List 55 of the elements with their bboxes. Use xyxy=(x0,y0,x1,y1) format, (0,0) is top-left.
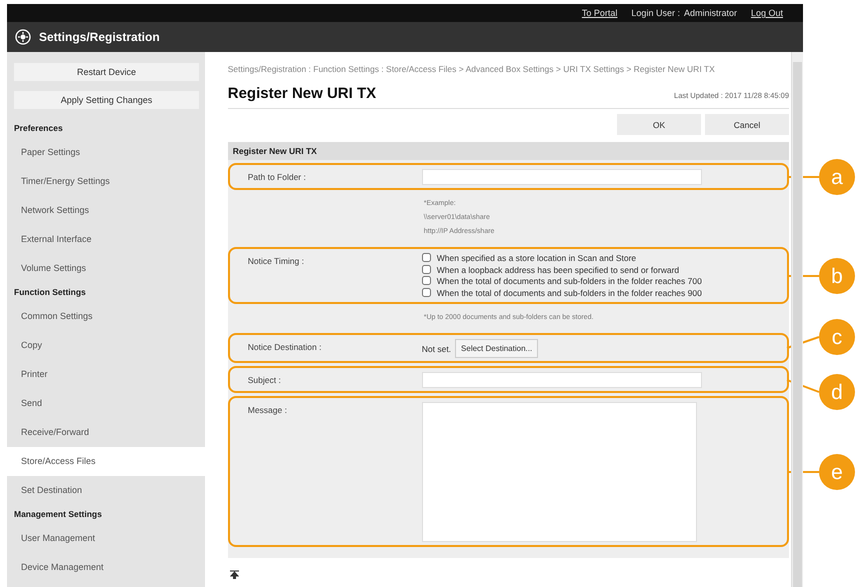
sidebar-item[interactable]: Printer xyxy=(7,360,205,389)
checkbox[interactable] xyxy=(422,264,431,274)
sidebar-item[interactable]: Common Settings xyxy=(7,302,205,331)
sidebar-item[interactable]: Device Management xyxy=(7,553,205,582)
field-label: Notice Timing : xyxy=(248,255,305,268)
section-header: Register New URI TX xyxy=(228,142,790,160)
callout-badge: a xyxy=(819,158,856,194)
checkbox[interactable] xyxy=(422,253,431,262)
sidebar-item[interactable]: Copy xyxy=(7,331,205,360)
message-field[interactable] xyxy=(422,402,697,542)
checkbox-label: When the total of documents and sub-folders in the folder reaches 900 xyxy=(436,288,702,298)
sidebar-item[interactable]: External Interface xyxy=(7,225,205,254)
page-title: Register New URI TX xyxy=(228,85,376,102)
sidebar-item[interactable]: Receive/Forward xyxy=(7,418,205,447)
logout-link[interactable]: Log Out xyxy=(750,8,783,18)
destination-value: Not set. xyxy=(422,344,452,354)
checkbox-label: When specified as a store location in Scan and Store xyxy=(436,253,636,263)
text-field[interactable] xyxy=(422,372,702,388)
text-field[interactable] xyxy=(422,169,702,185)
checkbox-label: When the total of documents and sub-folders in the folder reaches 700 xyxy=(436,276,702,286)
sidebar-item[interactable]: Network Settings xyxy=(7,196,205,225)
checkbox[interactable] xyxy=(422,276,431,285)
callout-badge: d xyxy=(819,374,856,410)
action-button[interactable]: OK xyxy=(617,114,702,135)
field-label: Message : xyxy=(248,404,288,417)
field-label: Notice Destination : xyxy=(248,341,322,354)
settings-icon xyxy=(15,29,31,45)
sidebar-button[interactable]: Apply Setting Changes xyxy=(14,91,199,109)
login-label: Login User : xyxy=(631,8,680,18)
breadcrumb: Settings/Registration : Function Settings : Store/Access Files > Advanced Box Settings > URI TX Settings > Register New URI TX xyxy=(228,64,716,75)
field-label: Subject : xyxy=(248,374,282,387)
checkbox[interactable] xyxy=(422,288,431,296)
scroll-top-icon[interactable] xyxy=(230,570,239,579)
sidebar-item[interactable]: Timer/Energy Settings xyxy=(7,167,205,196)
sidebar-item[interactable]: Set Destination xyxy=(7,476,205,505)
sidebar-item[interactable]: Send xyxy=(7,389,205,418)
select-destination-button[interactable]: Select Destination... xyxy=(455,339,538,358)
checkbox-label: When a loopback address has been specified to send or forward xyxy=(436,264,680,274)
callout-badge: b xyxy=(819,258,856,294)
header-title: Settings/Registration xyxy=(39,30,160,44)
sidebar-heading: Management Settings xyxy=(13,508,103,521)
sidebar-item[interactable]: Volume Settings xyxy=(7,254,205,283)
callout-badge: e xyxy=(819,454,856,490)
sidebar-item[interactable]: Paper Settings xyxy=(7,138,205,167)
sidebar-item[interactable]: Store/Access Files xyxy=(7,447,205,476)
portal-link[interactable]: To Portal xyxy=(582,8,618,18)
scrollbar[interactable] xyxy=(791,52,803,587)
field-label: Path to Folder : xyxy=(248,171,307,184)
callout-badge: c xyxy=(819,319,856,355)
sidebar-button[interactable]: Restart Device xyxy=(14,63,199,81)
sidebar-heading: Function Settings xyxy=(13,286,87,299)
login-user: Administrator xyxy=(684,8,737,18)
sidebar-item[interactable]: User Management xyxy=(7,524,205,553)
action-button[interactable]: Cancel xyxy=(705,114,790,135)
sidebar-heading: Preferences xyxy=(13,122,64,135)
